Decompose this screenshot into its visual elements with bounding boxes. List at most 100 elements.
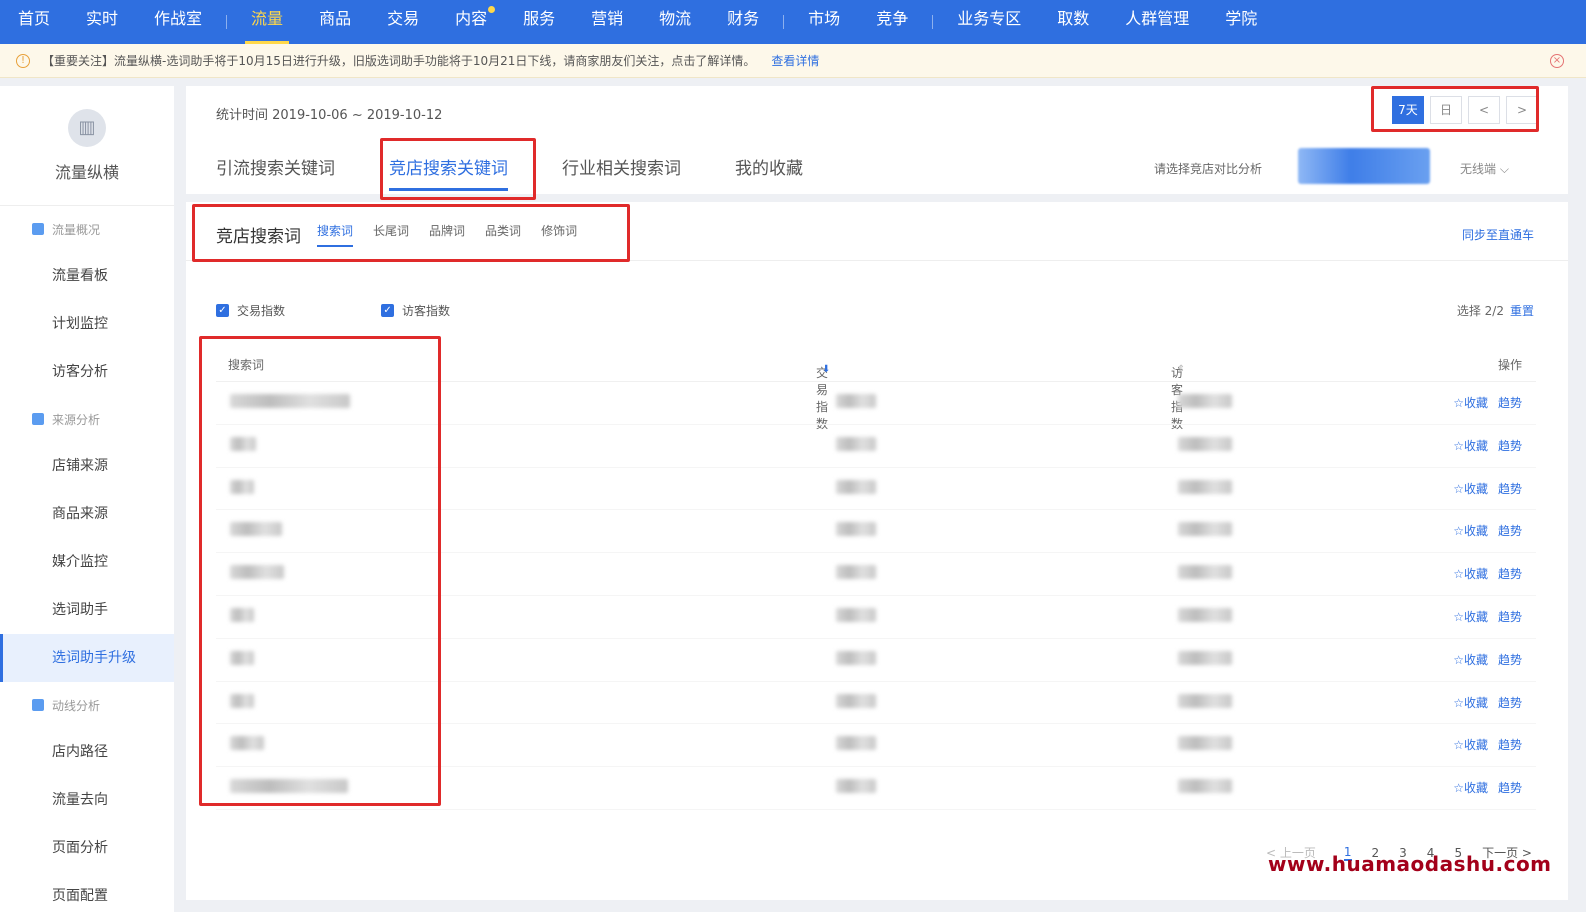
reset-button[interactable]: 重置 (1510, 304, 1534, 318)
nav-item-label: 人群管理 (1125, 9, 1190, 28)
sort-desc-icon[interactable]: ⬇ (822, 364, 830, 375)
sidebar-group-label: 动线分析 (52, 698, 101, 713)
nav-item-12[interactable]: 竞争 (858, 0, 926, 44)
nav-item-4[interactable]: 商品 (301, 0, 369, 44)
nav-item-label: 商品 (319, 9, 352, 28)
sidebar-item[interactable]: 媒介监控 (0, 538, 174, 586)
sidebar-item[interactable]: 访客分析 (0, 348, 174, 396)
nav-item-1[interactable]: 实时 (68, 0, 136, 44)
compare-shop-select[interactable] (1298, 148, 1430, 184)
nav-item-5[interactable]: 交易 (369, 0, 437, 44)
terminal-select[interactable]: 无线端 ⌵ (1460, 160, 1509, 177)
collect-link[interactable]: ☆收藏 (1453, 653, 1488, 667)
date-7day-button[interactable]: 7天 (1392, 96, 1424, 124)
sync-button[interactable]: 同步至直通车 (1462, 226, 1534, 243)
sidebar-item[interactable]: 店内路径 (0, 728, 174, 776)
folder-icon (32, 413, 44, 425)
visitor-index-cell-blurred (1178, 779, 1232, 794)
collect-link[interactable]: ☆收藏 (1453, 567, 1488, 581)
sidebar-item[interactable]: 选词助手升级 (0, 634, 174, 682)
collect-link[interactable]: ☆收藏 (1453, 781, 1488, 795)
calendar-button[interactable]: 日 (1430, 96, 1462, 124)
sub-tab-4[interactable]: 修饰词 (541, 222, 577, 247)
prev-date-button[interactable]: < (1468, 96, 1500, 124)
sidebar-item[interactable]: 页面分析 (0, 824, 174, 872)
sub-tab-1[interactable]: 长尾词 (373, 222, 409, 247)
metric-checkbox[interactable]: ✓ 访客指数 (381, 302, 450, 319)
tab-1[interactable]: 竞店搜索关键词 (389, 154, 508, 191)
nav-item-label: 学院 (1225, 9, 1258, 28)
sub-tab-3[interactable]: 品类词 (485, 222, 521, 247)
collect-link[interactable]: ☆收藏 (1453, 738, 1488, 752)
nav-item-8[interactable]: 营销 (573, 0, 641, 44)
nav-item-3[interactable]: 流量 (233, 0, 301, 44)
sub-tab-2[interactable]: 品牌词 (429, 222, 465, 247)
metric-checkbox[interactable]: ✓ 交易指数 (216, 302, 285, 319)
divider (186, 260, 1568, 261)
trend-link[interactable]: 趋势 (1498, 524, 1522, 538)
trend-link[interactable]: 趋势 (1498, 696, 1522, 710)
trend-link[interactable]: 趋势 (1498, 610, 1522, 624)
table-row: ☆收藏 趋势 (216, 596, 1536, 639)
trade-index-cell-blurred (836, 693, 876, 708)
header-keyword: 搜索词 (228, 358, 265, 372)
sub-tab-0[interactable]: 搜索词 (317, 222, 354, 247)
notice-text: 【重要关注】流量纵横-选词助手将于10月15日进行升级，旧版选词助手功能将于10… (42, 54, 756, 68)
collect-link[interactable]: ☆收藏 (1453, 396, 1488, 410)
trend-link[interactable]: 趋势 (1498, 781, 1522, 795)
sort-icon[interactable]: ⇕ (1177, 364, 1185, 375)
nav-item-16[interactable]: 学院 (1207, 0, 1275, 44)
tab-3[interactable]: 我的收藏 (735, 154, 803, 189)
main-tabs: 引流搜索关键词 竞店搜索关键词 行业相关搜索词 我的收藏 (216, 154, 857, 191)
nav-item-label: 作战室 (154, 9, 203, 28)
collect-link[interactable]: ☆收藏 (1453, 439, 1488, 453)
visitor-index-cell-blurred (1178, 736, 1232, 751)
terminal-select-label: 无线端 (1460, 162, 1497, 176)
sidebar-item[interactable]: 店铺来源 (0, 442, 174, 490)
collect-link[interactable]: ☆收藏 (1453, 610, 1488, 624)
nav-item-15[interactable]: 人群管理 (1107, 0, 1207, 44)
tab-0[interactable]: 引流搜索关键词 (216, 154, 335, 189)
trend-link[interactable]: 趋势 (1498, 396, 1522, 410)
trade-index-cell-blurred (836, 565, 876, 580)
next-date-button[interactable]: > (1506, 96, 1538, 124)
metric-checkbox-label: 访客指数 (402, 304, 451, 318)
nav-item-10[interactable]: 财务 (709, 0, 777, 44)
nav-item-13[interactable]: 业务专区 (939, 0, 1039, 44)
visitor-index-cell-blurred (1178, 436, 1232, 451)
row-actions: ☆收藏 趋势 (1443, 694, 1522, 711)
collect-link[interactable]: ☆收藏 (1453, 696, 1488, 710)
nav-item-9[interactable]: 物流 (641, 0, 709, 44)
trade-index-cell-blurred (836, 522, 876, 537)
nav-item-11[interactable]: 市场 (790, 0, 858, 44)
trend-link[interactable]: 趋势 (1498, 567, 1522, 581)
trend-link[interactable]: 趋势 (1498, 653, 1522, 667)
tab-2[interactable]: 行业相关搜索词 (562, 154, 681, 189)
sidebar-item[interactable]: 选词助手 (0, 586, 174, 634)
trend-link[interactable]: 趋势 (1498, 439, 1522, 453)
sidebar-item[interactable]: 流量去向 (0, 776, 174, 824)
notice-detail-link[interactable]: 查看详情 (771, 52, 819, 69)
nav-item-0[interactable]: 首页 (0, 0, 68, 44)
sidebar-item[interactable]: 页面配置 (0, 872, 174, 912)
trend-link[interactable]: 趋势 (1498, 482, 1522, 496)
nav-item-label: 市场 (808, 9, 841, 28)
sidebar-item[interactable]: 流量看板 (0, 252, 174, 300)
date-controls: 7天 日 < > (1392, 96, 1538, 124)
trend-link[interactable]: 趋势 (1498, 738, 1522, 752)
nav-item-label: 内容 (455, 9, 488, 28)
sidebar-item[interactable]: 商品来源 (0, 490, 174, 538)
keyword-cell-blurred (230, 779, 348, 794)
checkbox-checked-icon[interactable]: ✓ (381, 304, 395, 317)
nav-item-6[interactable]: 内容 (437, 0, 505, 44)
nav-item-14[interactable]: 取数 (1039, 0, 1107, 44)
notice-bar: ! 【重要关注】流量纵横-选词助手将于10月15日进行升级，旧版选词助手功能将于… (0, 44, 1586, 78)
collect-link[interactable]: ☆收藏 (1453, 524, 1488, 538)
nav-item-7[interactable]: 服务 (505, 0, 573, 44)
nav-item-2[interactable]: 作战室 (136, 0, 220, 44)
close-icon[interactable]: × (1550, 54, 1564, 68)
collect-link[interactable]: ☆收藏 (1453, 482, 1488, 496)
checkbox-checked-icon[interactable]: ✓ (216, 304, 229, 317)
sidebar-item[interactable]: 计划监控 (0, 300, 174, 348)
row-actions: ☆收藏 趋势 (1443, 394, 1522, 411)
